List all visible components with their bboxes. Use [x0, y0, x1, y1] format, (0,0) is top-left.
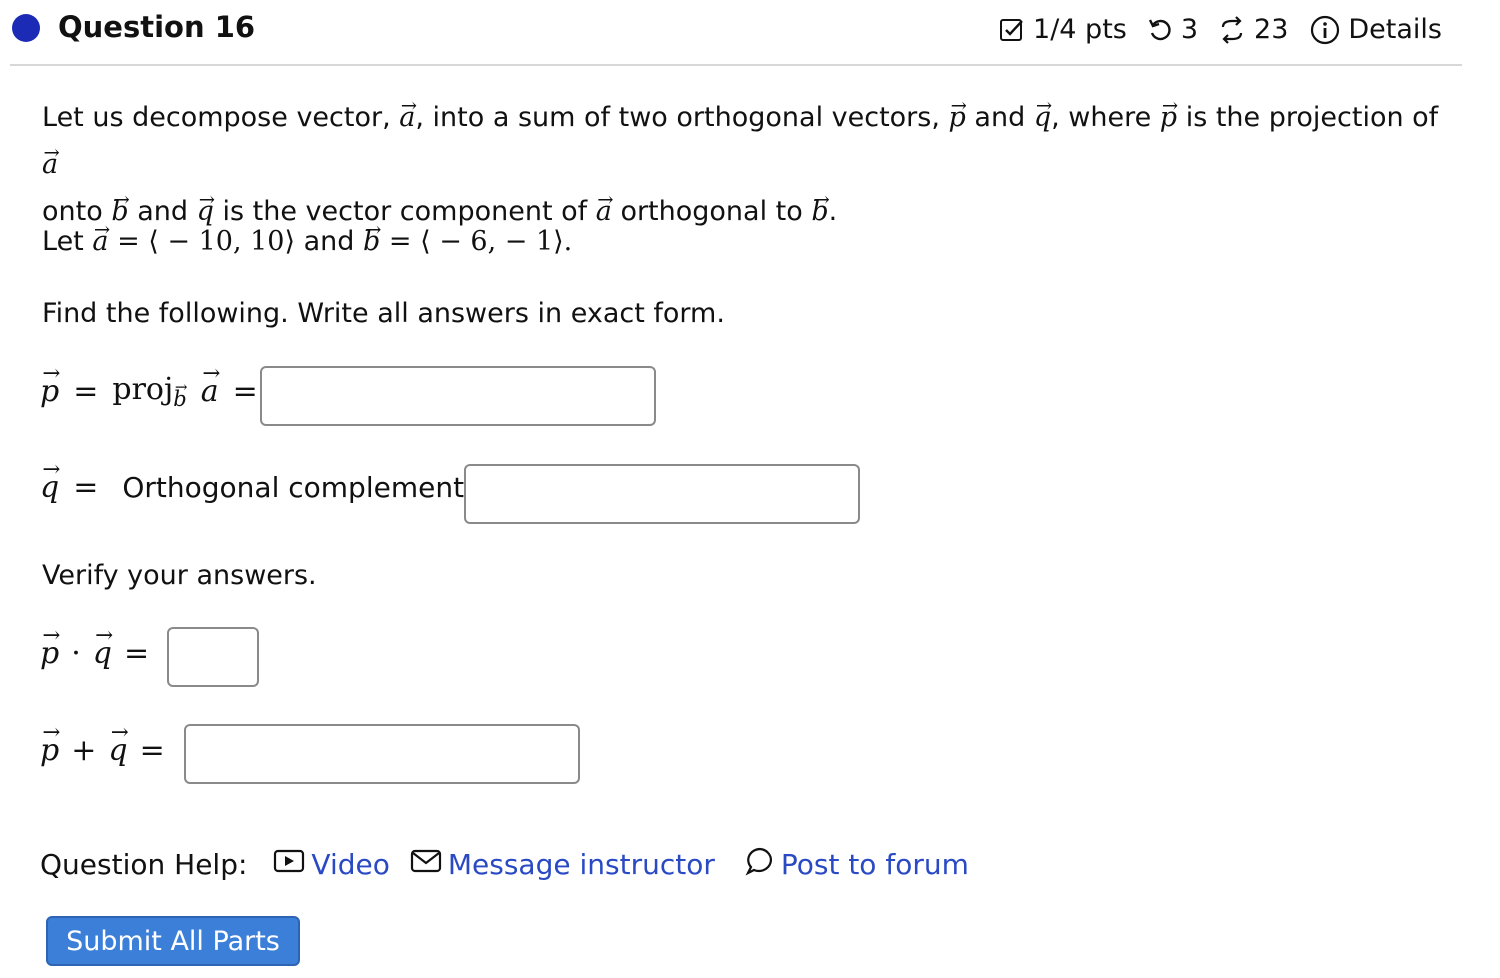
mail-icon — [410, 848, 442, 881]
problem-text: and — [974, 102, 1026, 133]
proj-label: projb — [112, 372, 186, 411]
question-title: Question 16 — [58, 10, 256, 44]
help-label: Question Help: — [40, 848, 248, 881]
video-icon — [273, 848, 305, 881]
vector-b-value: = ⟨ − 6, − 1⟩. — [388, 226, 573, 257]
vector-p: p — [1160, 94, 1177, 141]
attempts-text: 3 — [1180, 14, 1199, 45]
regen-count-text: 23 — [1254, 14, 1289, 45]
vector-b: b — [363, 218, 380, 265]
question-help: Question Help: Video Message instructor … — [40, 846, 969, 883]
instructions-text: Find the following. Write all answers in… — [42, 298, 725, 329]
orthogonal-label: Orthogonal complement = — [122, 471, 497, 504]
vector-q: q — [1034, 94, 1051, 141]
proj-text: proj — [112, 372, 174, 407]
vector-q: q — [93, 636, 112, 671]
details-link[interactable]: Details — [1348, 14, 1442, 45]
sum-row: p + q = — [40, 733, 165, 768]
question-status-dot — [12, 14, 40, 42]
message-instructor-link[interactable]: Message instructor — [410, 848, 715, 881]
projection-input[interactable] — [260, 366, 656, 426]
equals-sign: = — [123, 636, 150, 671]
vector-p: p — [40, 733, 59, 768]
video-link[interactable]: Video — [273, 848, 390, 881]
problem-text: , into a sum of two orthogonal vectors, — [415, 102, 940, 133]
post-to-forum-link[interactable]: Post to forum — [745, 846, 969, 883]
info-icon[interactable] — [1310, 15, 1340, 45]
message-label: Message instructor — [447, 848, 715, 881]
vector-p: p — [40, 636, 59, 671]
equals-sign: = — [73, 374, 99, 409]
dot-product-input[interactable] — [167, 627, 259, 687]
video-label: Video — [311, 848, 390, 881]
problem-text: , where — [1051, 102, 1152, 133]
equals-sign: = — [232, 374, 258, 409]
given-let: Let — [42, 226, 84, 257]
projection-row: p = projb a = — [40, 372, 258, 411]
problem-text: orthogonal to — [620, 196, 803, 227]
vector-a: a — [596, 188, 612, 235]
verify-text: Verify your answers. — [42, 560, 317, 591]
given-vectors: Let a = ⟨ − 10, 10⟩ and b = ⟨ − 6, − 1⟩. — [42, 218, 572, 265]
problem-text: Let us decompose vector, — [42, 102, 391, 133]
vector-a: a — [42, 141, 58, 188]
sum-input[interactable] — [184, 724, 580, 784]
problem-text: is the projection of — [1185, 102, 1439, 133]
regenerate-icon — [1218, 15, 1246, 44]
vector-a: a — [201, 374, 219, 409]
points-text: 1/4 pts — [1033, 14, 1127, 45]
vector-q: q — [40, 470, 59, 505]
forum-label: Post to forum — [780, 848, 969, 881]
question-meta: 1/4 pts 3 23 Details — [999, 14, 1442, 45]
dot-operator: · — [71, 636, 81, 671]
vector-b-subscript: b — [173, 387, 186, 411]
dot-product-row: p · q = — [40, 636, 149, 671]
vector-a: a — [92, 218, 108, 265]
vector-a-value: = ⟨ − 10, 10⟩ — [117, 226, 296, 257]
chat-bubble-icon — [745, 846, 775, 883]
plus-operator: + — [71, 733, 97, 768]
vector-p: p — [40, 374, 59, 409]
problem-statement: Let us decompose vector, a, into a sum o… — [42, 94, 1462, 235]
orthogonal-input[interactable] — [464, 464, 860, 524]
header-divider — [10, 64, 1462, 66]
retry-icon — [1147, 17, 1173, 43]
vector-a: a — [399, 94, 415, 141]
equals-sign: = — [139, 733, 165, 768]
checkbox-icon — [999, 17, 1025, 43]
orthogonal-row: q = Orthogonal complement = — [40, 470, 496, 505]
vector-p: p — [949, 94, 966, 141]
vector-q: q — [108, 733, 127, 768]
equals-sign: = — [73, 470, 99, 505]
vector-b: b — [811, 188, 828, 235]
given-and: and — [303, 226, 355, 257]
submit-all-parts-button[interactable]: Submit All Parts — [46, 916, 300, 966]
